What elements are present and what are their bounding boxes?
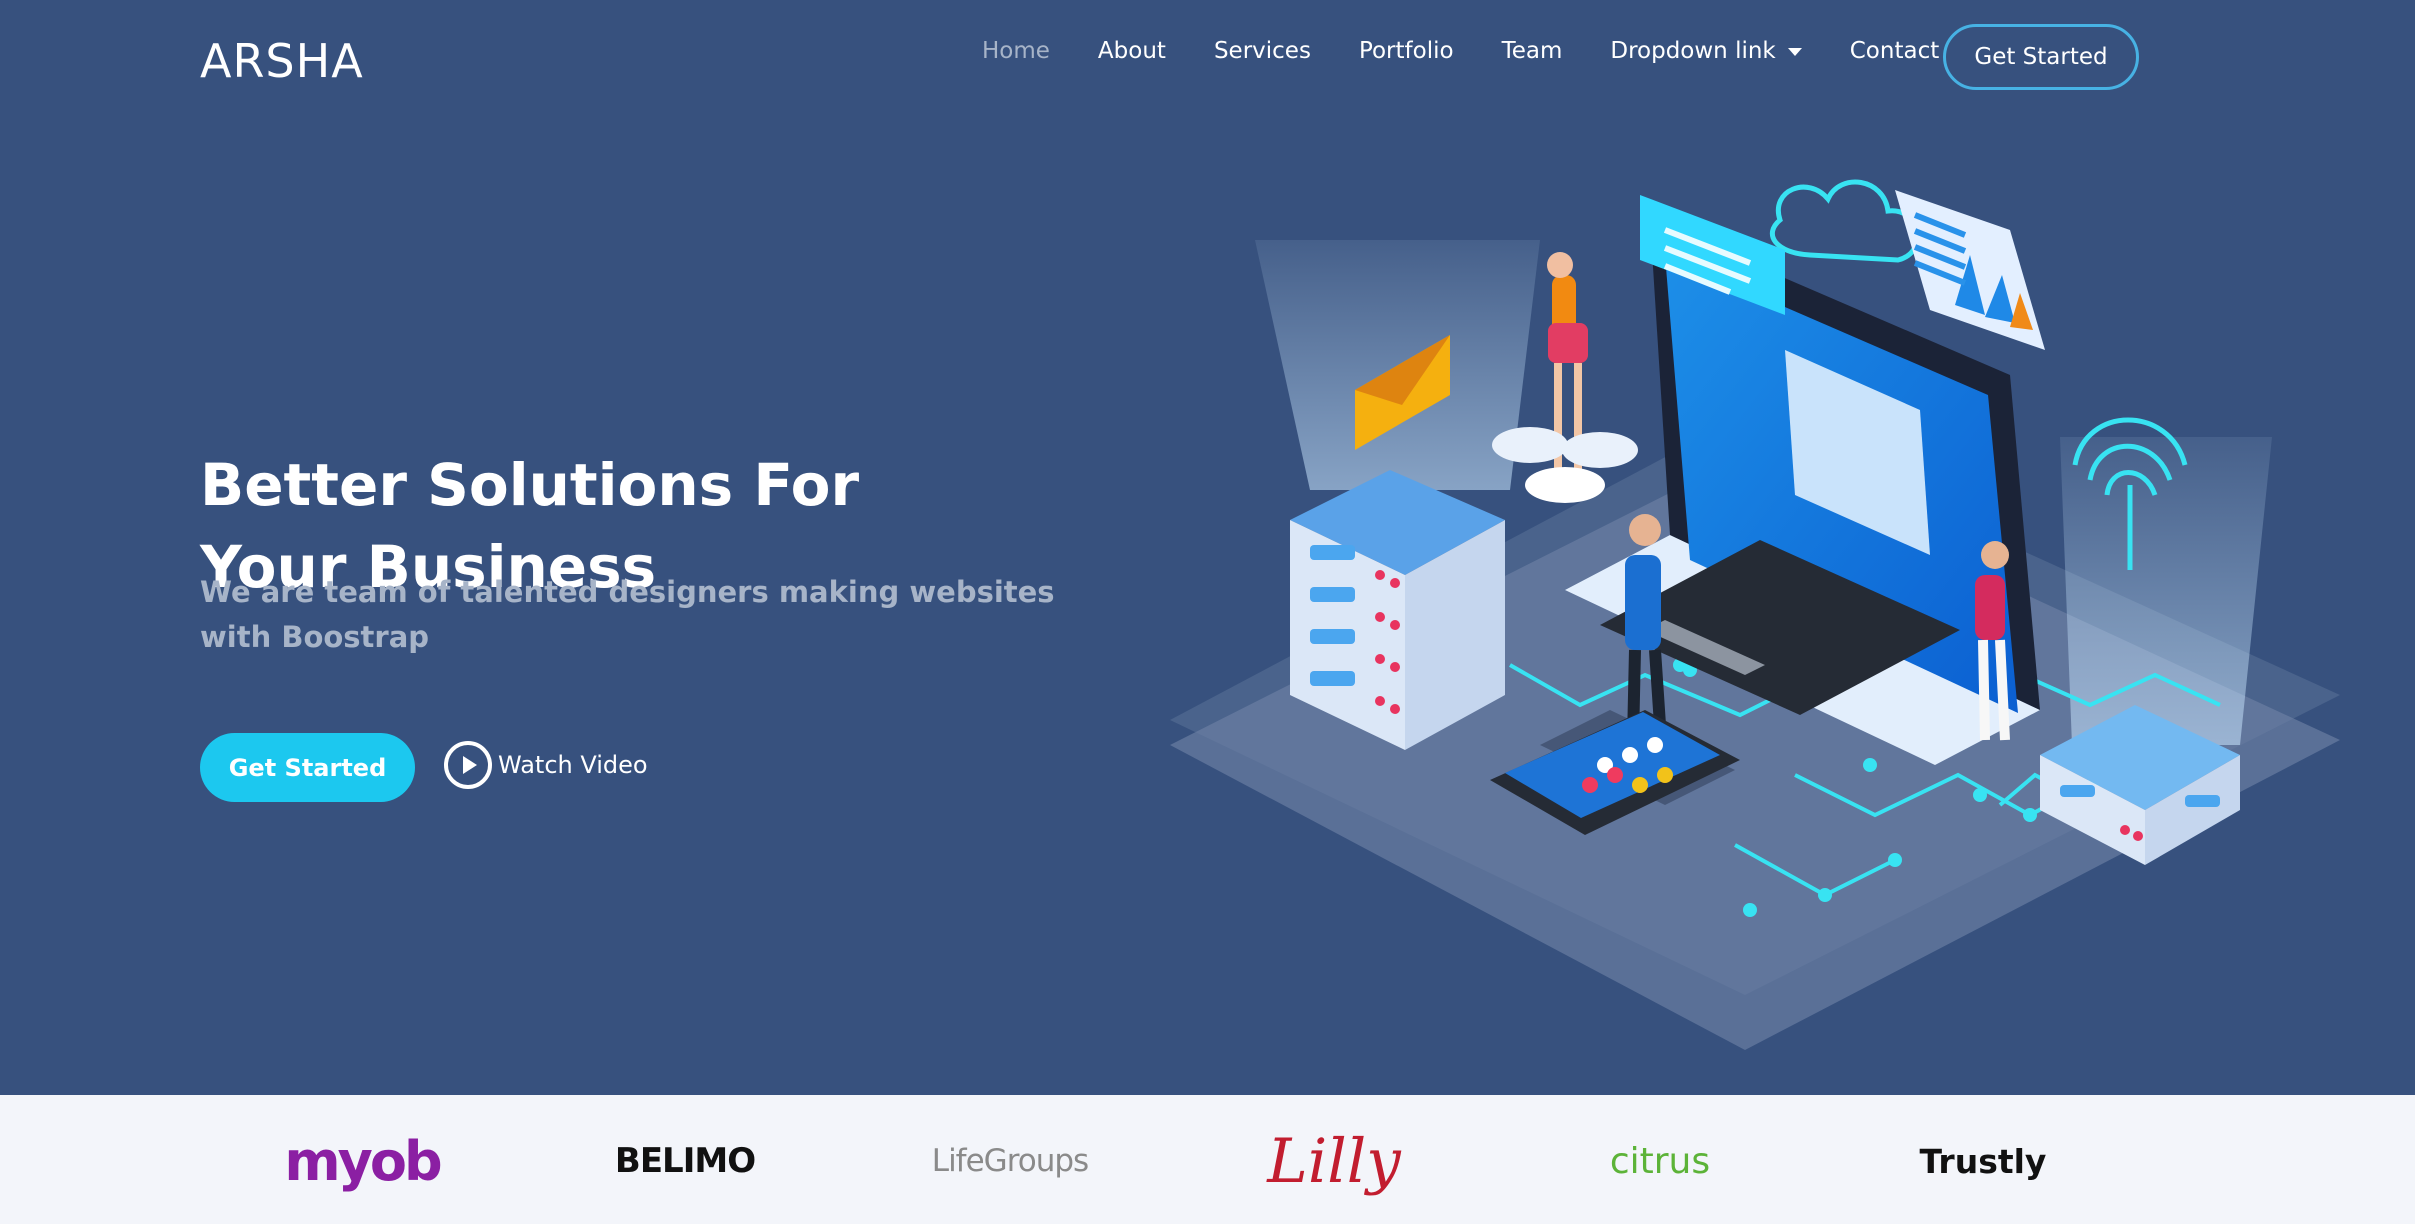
- hero-subtitle: We are team of talented designers making…: [200, 575, 1055, 654]
- nav-get-started-button[interactable]: Get Started: [1943, 24, 2139, 90]
- belimo-logo: BELIMO: [614, 1141, 756, 1181]
- server-left: [1290, 470, 1505, 750]
- lifegroups-logo: LifeGroups: [931, 1143, 1089, 1179]
- floating-document-chart: [1895, 190, 2045, 350]
- hero-section: ARSHA Home About Services Portfolio Team…: [0, 0, 2415, 1095]
- isometric-technology-illustration: [1170, 179, 2340, 1050]
- nav-dropdown-label: Dropdown link: [1610, 38, 1776, 64]
- nav-dropdown[interactable]: Dropdown link: [1610, 38, 1802, 64]
- clients-logo-strip: myob BELIMO LifeGroups Lilly citrus Trus…: [0, 1095, 2415, 1224]
- nav-team[interactable]: Team: [1502, 38, 1563, 64]
- nav-about[interactable]: About: [1098, 38, 1166, 64]
- watch-video-label: Watch Video: [498, 751, 648, 779]
- citrus-logo: citrus: [1609, 1140, 1711, 1182]
- caret-down-icon: [1787, 47, 1802, 56]
- nav-portfolio[interactable]: Portfolio: [1359, 38, 1454, 64]
- nav-contact[interactable]: Contact: [1850, 38, 1939, 64]
- watch-video-button[interactable]: Watch Video: [444, 741, 648, 789]
- cloud-icon: [1769, 179, 1920, 263]
- myob-logo: myob: [284, 1129, 442, 1193]
- trustly-logo: Trustly: [1919, 1141, 2047, 1181]
- site-logo[interactable]: ARSHA: [200, 34, 364, 88]
- lilly-logo: Lilly: [1267, 1125, 1401, 1197]
- hero-get-started-button[interactable]: Get Started: [200, 733, 415, 802]
- nav-home[interactable]: Home: [982, 38, 1050, 64]
- light-beam-right: [2060, 437, 2272, 745]
- play-icon: [444, 741, 492, 789]
- main-navigation: Home About Services Portfolio Team Dropd…: [960, 38, 1987, 64]
- nav-services[interactable]: Services: [1214, 38, 1311, 64]
